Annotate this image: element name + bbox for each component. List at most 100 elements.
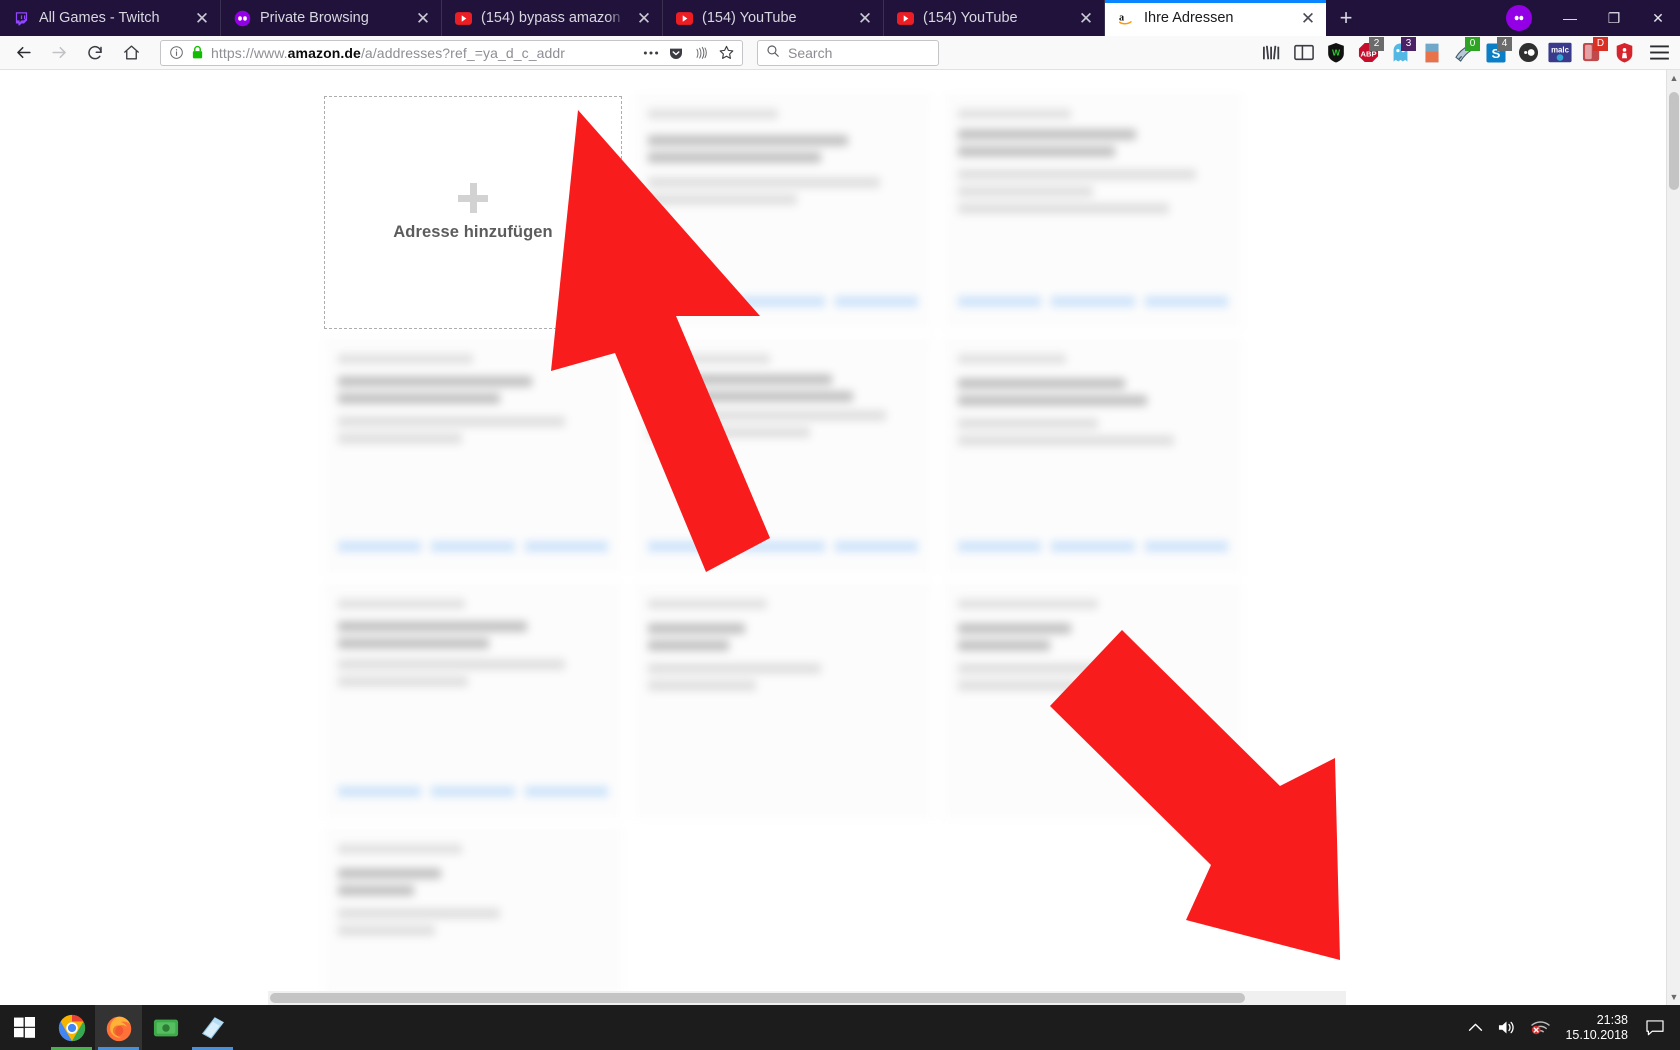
avira-icon[interactable] xyxy=(1610,39,1638,67)
tab-close-icon[interactable]: ✕ xyxy=(1298,8,1318,28)
address-action-link[interactable] xyxy=(1144,296,1228,307)
hamburger-menu-icon[interactable] xyxy=(1644,38,1674,68)
new-tab-button[interactable]: + xyxy=(1326,0,1366,36)
vertical-scrollbar-thumb[interactable] xyxy=(1669,92,1679,190)
noscript-icon[interactable]: 0 xyxy=(1450,36,1480,67)
adblock-plus-icon[interactable]: ABP 2 xyxy=(1354,36,1384,67)
address-card-actions[interactable] xyxy=(648,541,918,552)
address-card[interactable] xyxy=(628,335,938,580)
search-bar[interactable]: Search xyxy=(757,39,939,66)
address-card-actions[interactable] xyxy=(338,786,608,797)
maximize-button[interactable]: ❐ xyxy=(1592,0,1636,36)
address-card-actions[interactable] xyxy=(958,296,1228,307)
tab-close-icon[interactable]: ✕ xyxy=(413,8,433,28)
browser-tab[interactable]: All Games - Twitch ✕ xyxy=(0,0,221,36)
address-action-link[interactable] xyxy=(834,541,918,552)
back-button[interactable] xyxy=(6,38,40,68)
address-action-link[interactable] xyxy=(741,541,825,552)
start-icon[interactable] xyxy=(0,1005,48,1050)
library-icon[interactable] xyxy=(1258,39,1286,67)
add-address-dashed-box[interactable]: Adresse hinzufügen xyxy=(324,96,622,329)
address-action-link[interactable] xyxy=(338,786,422,797)
money-app-icon[interactable] xyxy=(142,1005,189,1050)
malwarebytes-icon[interactable]: malc xyxy=(1546,39,1574,67)
amazon-icon: a xyxy=(1118,10,1135,27)
web-of-trust-icon[interactable]: W xyxy=(1322,39,1350,67)
address-action-link[interactable] xyxy=(524,786,608,797)
address-card[interactable] xyxy=(318,825,628,1005)
browser-tab[interactable]: (154) YouTube ✕ xyxy=(663,0,884,36)
browser-tab[interactable]: (154) bypass amazon login verif ✕ xyxy=(442,0,663,36)
cookie-autodelete-icon[interactable] xyxy=(1514,39,1542,67)
address-card[interactable] xyxy=(938,580,1248,825)
window-controls: — ❐ ✕ xyxy=(1506,0,1680,36)
horizontal-scrollbar[interactable] xyxy=(268,991,1346,1005)
tab-close-icon[interactable]: ✕ xyxy=(855,8,875,28)
address-action-link[interactable] xyxy=(834,296,918,307)
horizontal-scrollbar-thumb[interactable] xyxy=(270,993,1245,1003)
address-card-actions[interactable] xyxy=(648,296,918,307)
skype-icon[interactable]: S 4 xyxy=(1482,36,1512,67)
browser-tab[interactable]: (154) YouTube ✕ xyxy=(884,0,1105,36)
page-actions-ellipsis-icon[interactable] xyxy=(643,50,659,56)
taskbar-clock[interactable]: 21:38 15.10.2018 xyxy=(1565,1013,1630,1043)
reload-button[interactable] xyxy=(78,38,112,68)
address-action-link[interactable] xyxy=(524,541,608,552)
browser-tab-active[interactable]: a Ihre Adressen ✕ xyxy=(1105,0,1326,36)
address-line xyxy=(338,354,473,364)
address-action-link[interactable] xyxy=(741,296,825,307)
scroll-down-arrow-icon[interactable]: ▼ xyxy=(1667,989,1680,1005)
tab-close-icon[interactable]: ✕ xyxy=(1076,8,1096,28)
address-action-link[interactable] xyxy=(648,541,732,552)
page-info-icon[interactable] xyxy=(169,45,184,60)
vertical-scrollbar[interactable]: ▲ ▼ xyxy=(1666,70,1680,1005)
url-bar[interactable]: https://www.amazon.de/a/addresses?ref_=y… xyxy=(160,39,743,66)
browser-tab[interactable]: Private Browsing ✕ xyxy=(221,0,442,36)
address-action-link[interactable] xyxy=(431,541,515,552)
ghostery-icon[interactable]: 3 xyxy=(1386,36,1416,67)
secure-lock-icon[interactable] xyxy=(191,45,204,60)
url-text: https://www.amazon.de/a/addresses?ref_=y… xyxy=(211,45,636,61)
clipboard-icon[interactable] xyxy=(1418,39,1446,67)
disconnect-icon[interactable]: D xyxy=(1578,36,1608,67)
bookmark-star-icon[interactable] xyxy=(718,44,735,61)
address-card[interactable] xyxy=(628,90,938,335)
sidebar-icon[interactable] xyxy=(1290,39,1318,67)
address-line xyxy=(338,676,468,687)
address-card[interactable] xyxy=(628,580,938,825)
network-disconnected-icon[interactable] xyxy=(1530,1019,1551,1036)
home-icon[interactable] xyxy=(114,38,148,68)
address-action-link[interactable] xyxy=(431,786,515,797)
address-action-link[interactable] xyxy=(1144,541,1228,552)
close-window-button[interactable]: ✕ xyxy=(1636,0,1680,36)
pocket-icon[interactable] xyxy=(668,45,684,61)
reader-mode-icon[interactable] xyxy=(693,45,709,61)
firefox-icon[interactable] xyxy=(95,1005,142,1050)
address-card[interactable] xyxy=(938,90,1248,335)
address-action-link[interactable] xyxy=(958,296,1042,307)
add-address-card[interactable]: Adresse hinzufügen xyxy=(318,90,628,335)
address-card[interactable] xyxy=(318,335,628,580)
minimize-button[interactable]: — xyxy=(1548,0,1592,36)
volume-icon[interactable] xyxy=(1497,1019,1516,1036)
address-action-link[interactable] xyxy=(338,541,422,552)
address-card-actions[interactable] xyxy=(338,541,608,552)
address-line xyxy=(648,663,821,674)
scroll-up-arrow-icon[interactable]: ▲ xyxy=(1667,70,1680,86)
address-line xyxy=(958,109,1072,119)
google-chrome-icon[interactable] xyxy=(48,1005,95,1050)
address-card[interactable] xyxy=(938,335,1248,580)
address-card[interactable] xyxy=(318,580,628,825)
address-action-link[interactable] xyxy=(1051,296,1135,307)
action-center-icon[interactable] xyxy=(1644,1019,1666,1036)
search-input-placeholder[interactable]: Search xyxy=(788,45,832,61)
address-action-link[interactable] xyxy=(958,541,1042,552)
forward-button[interactable] xyxy=(42,38,76,68)
address-card-actions[interactable] xyxy=(958,541,1228,552)
address-action-link[interactable] xyxy=(1051,541,1135,552)
tab-close-icon[interactable]: ✕ xyxy=(634,8,654,28)
show-hidden-icons-chevron-icon[interactable] xyxy=(1468,1022,1483,1033)
notepad-app-icon[interactable] xyxy=(189,1005,236,1050)
address-action-link[interactable] xyxy=(648,296,732,307)
tab-close-icon[interactable]: ✕ xyxy=(192,8,212,28)
